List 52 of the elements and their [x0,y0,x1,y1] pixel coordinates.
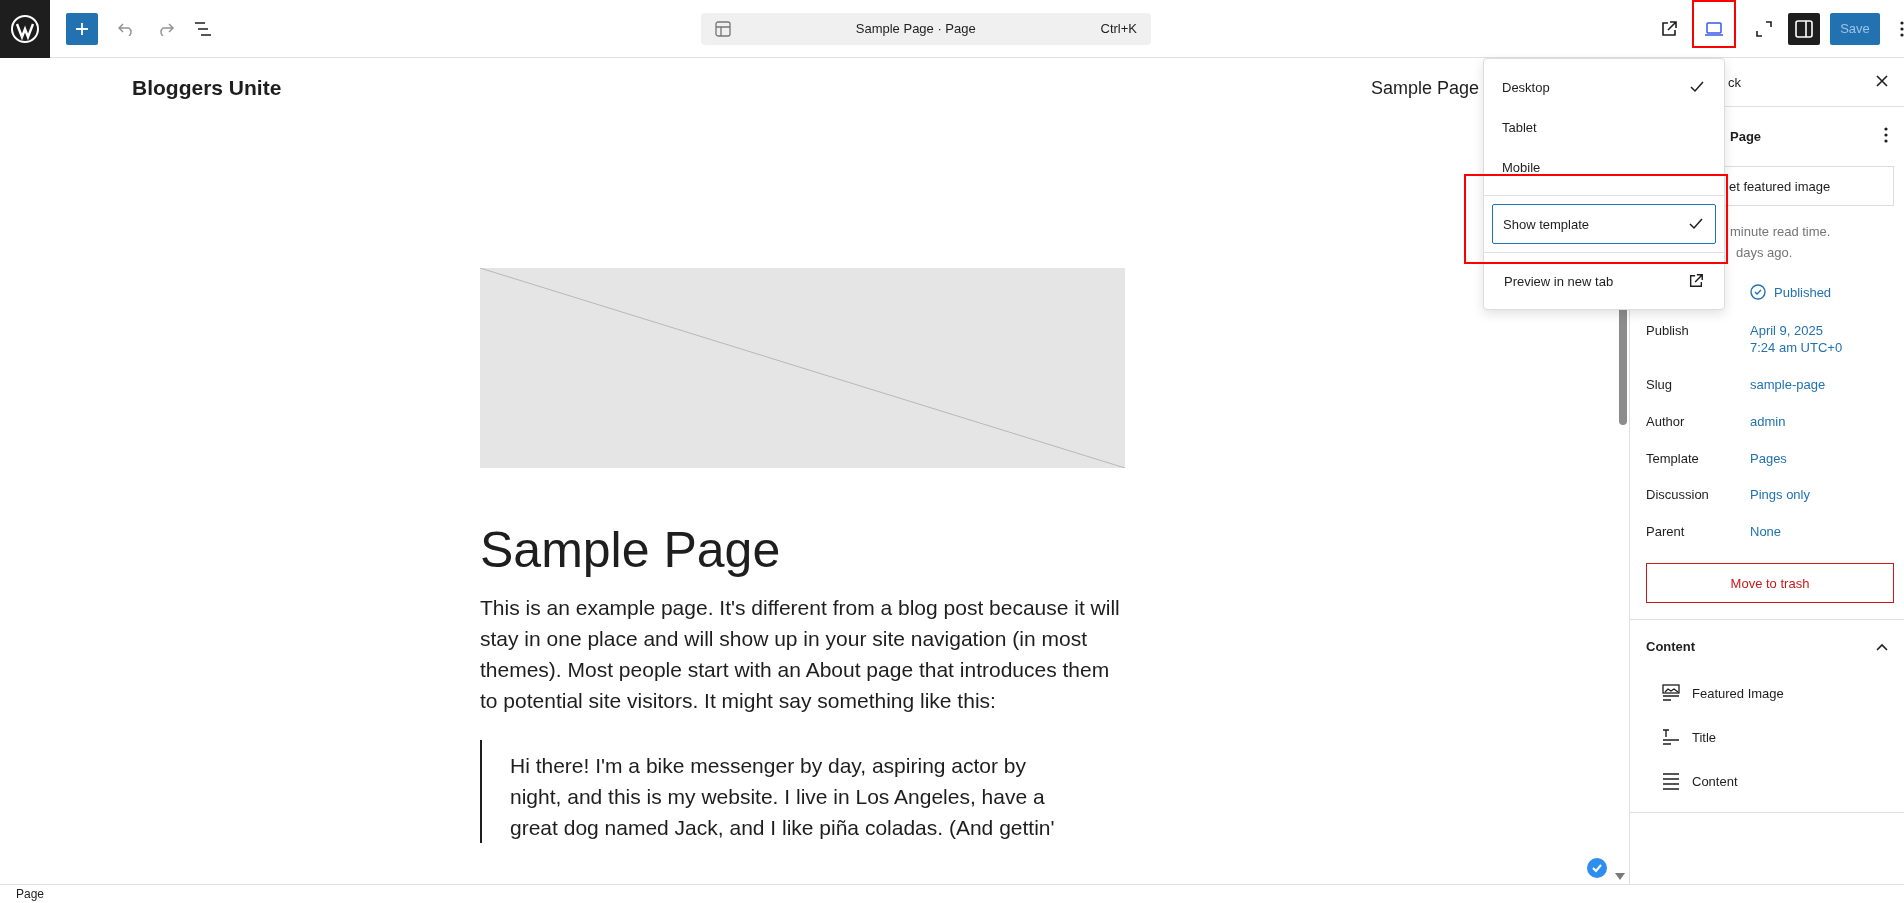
check-circle-icon [1750,284,1766,303]
field-label: Slug [1646,376,1674,394]
sidebar-tab[interactable]: ck [1728,74,1741,90]
site-title: Bloggers Unite [132,76,282,100]
menu-item[interactable]: Tablet [1492,107,1716,147]
field-label: Discussion [1646,487,1710,505]
content-item[interactable]: Title [1692,729,1717,745]
external-link-icon[interactable] [1660,19,1678,38]
image-lines-icon [1662,684,1680,703]
nav-link[interactable]: Sample Page [1370,77,1479,98]
field-value-link[interactable]: sample-page [1750,376,1826,394]
check-icon [1689,218,1703,230]
field-label: Parent [1646,524,1686,542]
command-bar[interactable]: Sample Page · Page Ctrl+K [701,12,1151,45]
paragraph-lines-icon [1662,772,1680,791]
check-icon [1690,81,1704,93]
menu-item[interactable]: Desktop [1492,67,1716,107]
menu-item[interactable]: Preview in new tab [1492,261,1716,301]
add-block-button[interactable] [66,12,98,45]
sidebar-toggle-icon[interactable] [1788,12,1820,45]
field-value-link[interactable]: admin [1750,413,1786,431]
content-item[interactable]: Featured Image [1692,685,1784,701]
content-item[interactable]: Content [1692,773,1738,789]
field-label: Author [1646,413,1686,431]
page-heading: Page [1730,129,1762,144]
field-value-link[interactable]: None [1750,524,1782,542]
scroll-down-icon[interactable] [1615,873,1625,880]
meta-text: days ago. [1735,245,1794,260]
fullscreen-icon[interactable] [1756,20,1772,37]
paragraph: This is an example page. It's different from a blog post because it will stay in one place and will show up in your site navigation (in most themes). Most people start with an About page that introduces them to potential site visitors. It might say something like this: [480,595,1120,714]
section-title[interactable]: Content [1646,638,1696,654]
laptop-icon[interactable] [1692,0,1736,48]
move-to-trash-button[interactable]: Move to trash [1646,563,1894,604]
field-label: Publish [1646,323,1690,340]
page-title: Sample Page [480,521,782,580]
list-view-icon[interactable] [194,21,212,36]
external-link-icon [1688,273,1704,289]
more-options-icon[interactable] [1900,20,1904,37]
plus-icon [75,21,89,36]
check-badge-icon [1587,858,1607,878]
field-value-link[interactable]: Pings only [1750,487,1810,505]
field-label: Template [1646,450,1700,468]
title-icon [1662,728,1680,747]
field-value-link[interactable]: April 9, 2025 7:24 am UTC+0 [1750,323,1843,357]
quote-text: Hi there! I'm a bike messenger by day, aspiring actor by night, and this is my website. I live in Los Angeles, have a great dog named Jack, and I like piña coladas. (And gettin' [510,753,1056,841]
field-value-link[interactable]: Pages [1750,450,1787,468]
menu-item[interactable]: Show template [1492,204,1716,244]
layout-icon [715,20,731,37]
breadcrumb[interactable]: Page [16,887,45,901]
wordpress-logo-icon[interactable] [0,0,50,58]
meta-text: minute read time. [1729,224,1832,239]
status-link[interactable]: Published [1774,285,1832,302]
